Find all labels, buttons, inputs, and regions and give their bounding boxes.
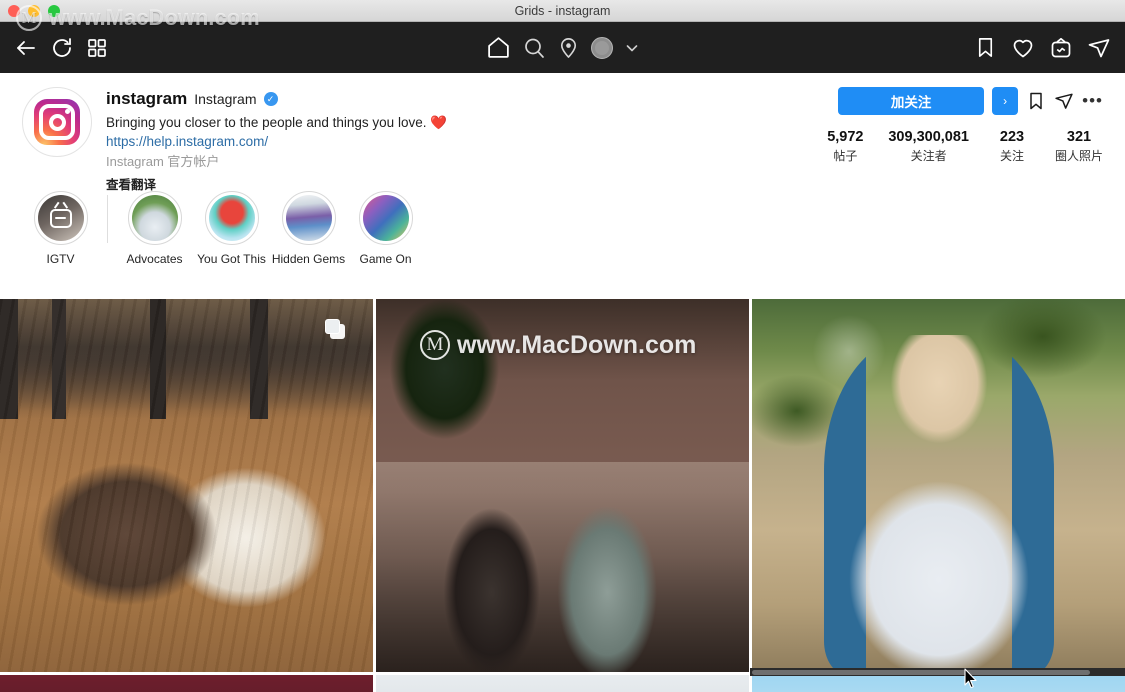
profile-action-row: 加关注 › •••	[803, 87, 1103, 115]
chevron-down-icon[interactable]	[624, 40, 640, 56]
highlight-cover	[208, 195, 255, 241]
highlight-igtv[interactable]: IGTV	[22, 191, 99, 266]
highlight-advocates[interactable]: Advocates	[116, 191, 193, 266]
posts-grid[interactable]	[0, 299, 1125, 692]
post-two-women[interactable]	[376, 299, 749, 672]
post-image	[752, 675, 1125, 692]
explore-location-icon[interactable]	[557, 36, 580, 59]
profile-stats: 5,972 帖子 309,300,081 关注者 223 关注 321 圈人照片	[803, 129, 1103, 164]
stat-value: 223	[999, 129, 1025, 145]
post-image	[0, 675, 373, 692]
avatar[interactable]	[22, 87, 92, 157]
post-woman-hijab[interactable]	[752, 299, 1125, 672]
highlight-ring	[204, 191, 259, 245]
close-window-button[interactable]	[8, 5, 20, 17]
stat-tagged[interactable]: 321 圈人照片	[1055, 129, 1103, 164]
carousel-multi-photo-icon	[325, 319, 345, 339]
scrollbar-thumb[interactable]	[752, 669, 1090, 675]
maximize-window-button[interactable]	[48, 5, 60, 17]
bookmark-icon[interactable]	[974, 36, 997, 59]
stat-value: 321	[1066, 129, 1092, 145]
igtv-icon[interactable]	[1049, 36, 1073, 60]
profile-fullname: Instagram	[194, 91, 257, 107]
post-row2-left[interactable]	[0, 675, 373, 692]
direct-message-icon[interactable]	[1054, 91, 1074, 111]
stat-value: 5,972	[827, 129, 864, 145]
stat-label: 关注者	[910, 149, 947, 163]
horizontal-scrollbar[interactable]	[750, 668, 1125, 676]
grid-row	[0, 299, 1125, 672]
post-row2-right[interactable]	[752, 675, 1125, 692]
account-avatar[interactable]	[590, 36, 613, 59]
post-dogs[interactable]	[0, 299, 373, 672]
stat-following[interactable]: 223 关注	[989, 129, 1035, 164]
profile-avatar-container	[22, 85, 100, 185]
highlight-ring	[33, 191, 88, 245]
window-controls[interactable]	[8, 5, 60, 17]
stat-posts: 5,972 帖子	[822, 129, 868, 164]
minimize-window-button[interactable]	[28, 5, 40, 17]
heart-icon[interactable]	[1011, 36, 1035, 60]
profile-bio: Bringing you closer to the people and th…	[106, 115, 448, 130]
profile-header: instagram Instagram ✓ Bringing you close…	[0, 73, 1125, 192]
search-icon[interactable]	[522, 36, 546, 60]
profile-username: instagram	[106, 89, 188, 108]
app-toolbar	[0, 22, 1125, 73]
post-image	[376, 675, 749, 692]
profile-category: Instagram 官方帐户	[106, 154, 220, 170]
highlight-label: Hidden Gems	[271, 252, 346, 266]
follow-dropdown-button[interactable]: ›	[992, 87, 1019, 115]
post-image	[752, 299, 1125, 672]
highlight-label: Game On	[359, 252, 412, 266]
window-title: Grids - instagram	[514, 3, 611, 18]
post-image	[0, 299, 373, 672]
highlight-cover	[131, 195, 178, 241]
story-highlights: IGTV Advocates You Got This Hidden Gems	[0, 185, 1125, 275]
more-options-button[interactable]: •••	[1082, 92, 1103, 109]
highlight-cover	[37, 195, 84, 241]
mouse-cursor	[964, 668, 978, 692]
camera-lens-icon	[48, 113, 66, 131]
direct-send-icon[interactable]	[1087, 36, 1111, 60]
home-icon[interactable]	[486, 35, 511, 60]
highlight-ring	[281, 191, 336, 245]
highlight-game-on[interactable]: Game On	[347, 191, 424, 266]
highlight-hidden-gems[interactable]: Hidden Gems	[270, 191, 347, 266]
highlight-ring	[358, 191, 413, 245]
highlight-cover	[362, 195, 409, 241]
view-translation-link[interactable]: 查看翻译	[106, 174, 803, 193]
follow-button[interactable]: 加关注	[838, 87, 985, 115]
stat-value: 309,300,081	[888, 129, 969, 145]
highlight-label: IGTV	[46, 252, 75, 266]
stat-label: 圈人照片	[1054, 149, 1103, 163]
highlight-you-got-this[interactable]: You Got This	[193, 191, 270, 266]
verified-badge-icon: ✓	[263, 92, 278, 106]
toolbar-center-group	[0, 35, 1125, 60]
grid-row	[0, 675, 1125, 692]
profile-website-link[interactable]: https://help.instagram.com/	[106, 134, 803, 149]
stat-label: 帖子	[833, 149, 858, 163]
window-title-bar: Grids - instagram	[0, 0, 1125, 22]
save-profile-icon[interactable]	[1026, 91, 1046, 111]
profile-actions-area: 加关注 › ••• 5,972 帖子 309,300,081 关注者 223 关…	[803, 85, 1103, 185]
stat-label: 关注	[999, 149, 1024, 163]
highlight-ring	[127, 191, 182, 245]
highlight-label: Advocates	[126, 252, 183, 266]
post-row2-center[interactable]	[376, 675, 749, 692]
highlight-label: You Got This	[197, 252, 266, 266]
instagram-logo-icon	[34, 99, 80, 145]
profile-info: instagram Instagram ✓ Bringing you close…	[100, 85, 803, 192]
igtv-icon	[49, 208, 72, 228]
highlight-cover	[285, 195, 332, 241]
profile-name-row: instagram Instagram ✓	[106, 89, 803, 109]
grids-app-window: Grids - instagram M www.MacDown.com inst…	[0, 0, 1125, 692]
highlights-divider	[107, 195, 108, 243]
post-image	[376, 299, 749, 672]
stat-followers[interactable]: 309,300,081 关注者	[888, 129, 969, 164]
toolbar-right-group	[974, 36, 1111, 60]
